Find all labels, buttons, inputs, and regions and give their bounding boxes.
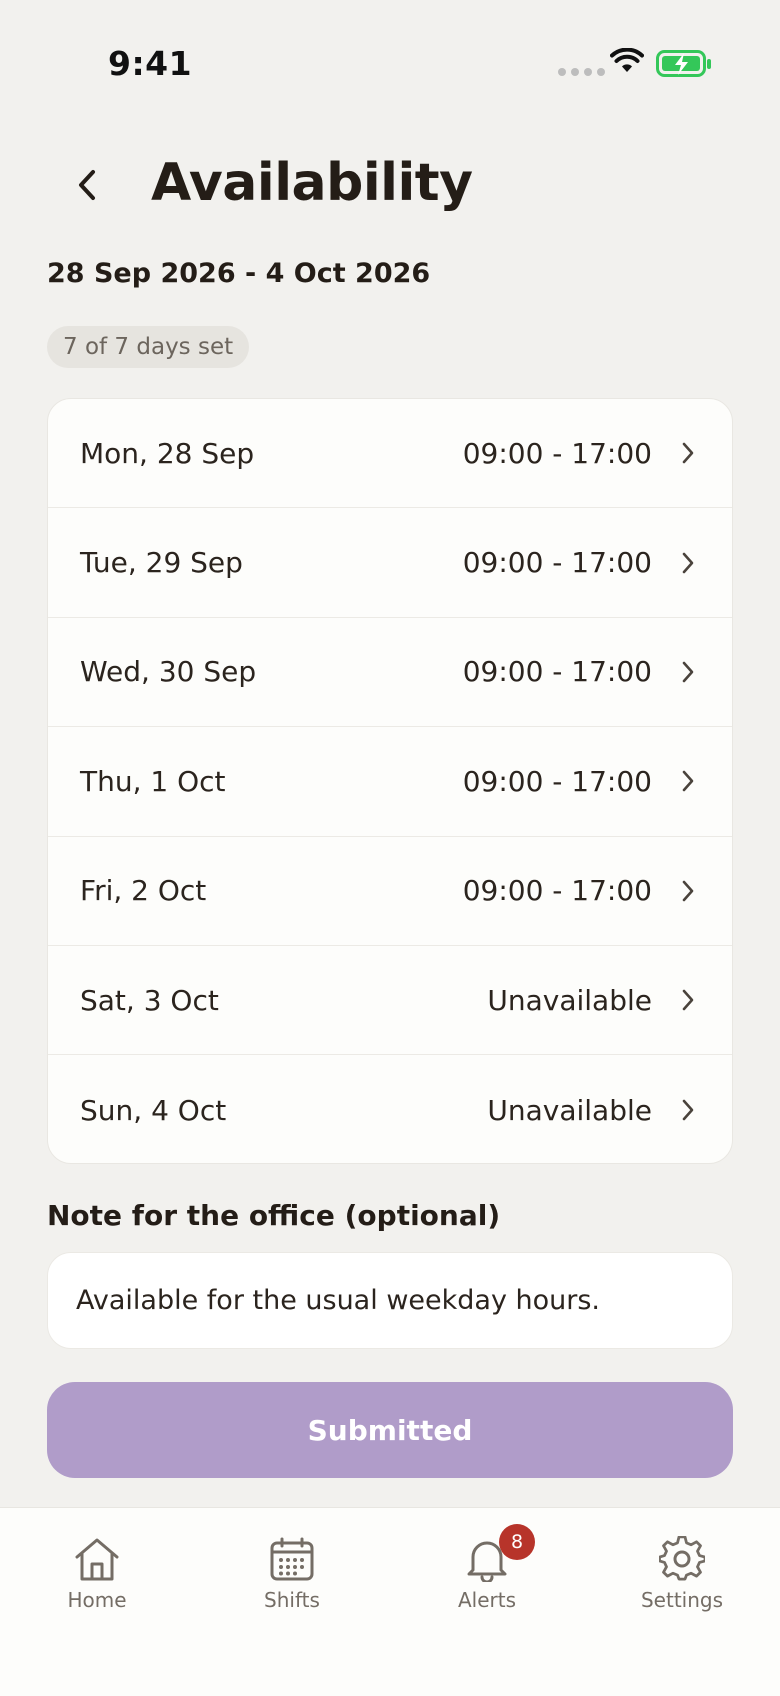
tab-label: Settings (640, 1588, 724, 1612)
chevron-right-icon (682, 1099, 694, 1121)
day-label: Fri, 2 Oct (80, 874, 207, 908)
day-row-tue[interactable]: Tue, 29 Sep 09:00 - 17:00 (48, 508, 732, 618)
chevron-right-icon (682, 771, 694, 792)
chevron-right-icon (682, 552, 694, 573)
note-label: Note for the office (optional) (47, 1199, 501, 1232)
tab-shifts[interactable]: Shifts (212, 1508, 372, 1628)
day-row-mon[interactable]: Mon, 28 Sep 09:00 - 17:00 (48, 399, 732, 509)
calendar-icon (270, 1537, 314, 1581)
submitted-button[interactable]: Submitted (47, 1382, 733, 1478)
day-row-fri[interactable]: Fri, 2 Oct 09:00 - 17:00 (48, 837, 732, 946)
status-bar: 9:41 (0, 0, 780, 130)
wifi-icon (610, 48, 644, 72)
home-icon (75, 1538, 119, 1581)
tab-label: Alerts (457, 1588, 517, 1612)
day-label: Tue, 29 Sep (80, 546, 243, 580)
day-row-sat[interactable]: Sat, 3 Oct Unavailable (48, 946, 732, 1056)
day-hours: 09:00 - 17:00 (462, 764, 652, 798)
status-time: 9:41 (108, 44, 193, 83)
tab-alerts[interactable]: 8 Alerts (407, 1508, 567, 1628)
alerts-count-badge: 8 (499, 1524, 535, 1560)
availability-day-list: Mon, 28 Sep 09:00 - 17:00 Tue, 29 Sep 09… (47, 398, 733, 1164)
chevron-right-icon (682, 661, 694, 683)
day-label: Sun, 4 Oct (80, 1093, 227, 1127)
days-set-badge: 7 of 7 days set (47, 326, 250, 368)
day-hours: 09:00 - 17:00 (462, 436, 652, 470)
tab-label: Home (67, 1588, 127, 1612)
tab-label: Shifts (264, 1588, 320, 1612)
chevron-left-icon (79, 170, 95, 200)
day-label: Sat, 3 Oct (80, 983, 219, 1017)
day-row-wed[interactable]: Wed, 30 Sep 09:00 - 17:00 (48, 618, 732, 728)
battery-charging-icon (656, 50, 711, 77)
note-input[interactable]: Available for the usual weekday hours. (47, 1252, 733, 1349)
chevron-right-icon (682, 442, 694, 464)
day-row-sun[interactable]: Sun, 4 Oct Unavailable (48, 1055, 732, 1163)
chevron-right-icon (682, 880, 694, 902)
tab-home[interactable]: Home (17, 1508, 177, 1628)
day-hours: 09:00 - 17:00 (462, 874, 652, 908)
day-label: Wed, 30 Sep (80, 655, 257, 689)
chevron-right-icon (682, 989, 694, 1011)
page-title: Availability (151, 153, 473, 213)
day-label: Mon, 28 Sep (80, 436, 255, 470)
gear-icon (659, 1536, 705, 1581)
day-label: Thu, 1 Oct (80, 764, 226, 798)
day-hours: 09:00 - 17:00 (462, 546, 652, 580)
week-date-range: 28 Sep 2026 - 4 Oct 2026 (47, 258, 431, 289)
back-button[interactable] (62, 160, 112, 210)
day-hours: Unavailable (487, 1093, 652, 1127)
day-hours: Unavailable (487, 983, 652, 1017)
bottom-tab-bar: Home Shifts 8 Alerts Settings (0, 1507, 780, 1696)
day-hours: 09:00 - 17:00 (462, 655, 652, 689)
signal-dots-icon (558, 68, 605, 76)
day-row-thu[interactable]: Thu, 1 Oct 09:00 - 17:00 (48, 727, 732, 837)
tab-settings[interactable]: Settings (602, 1508, 762, 1628)
